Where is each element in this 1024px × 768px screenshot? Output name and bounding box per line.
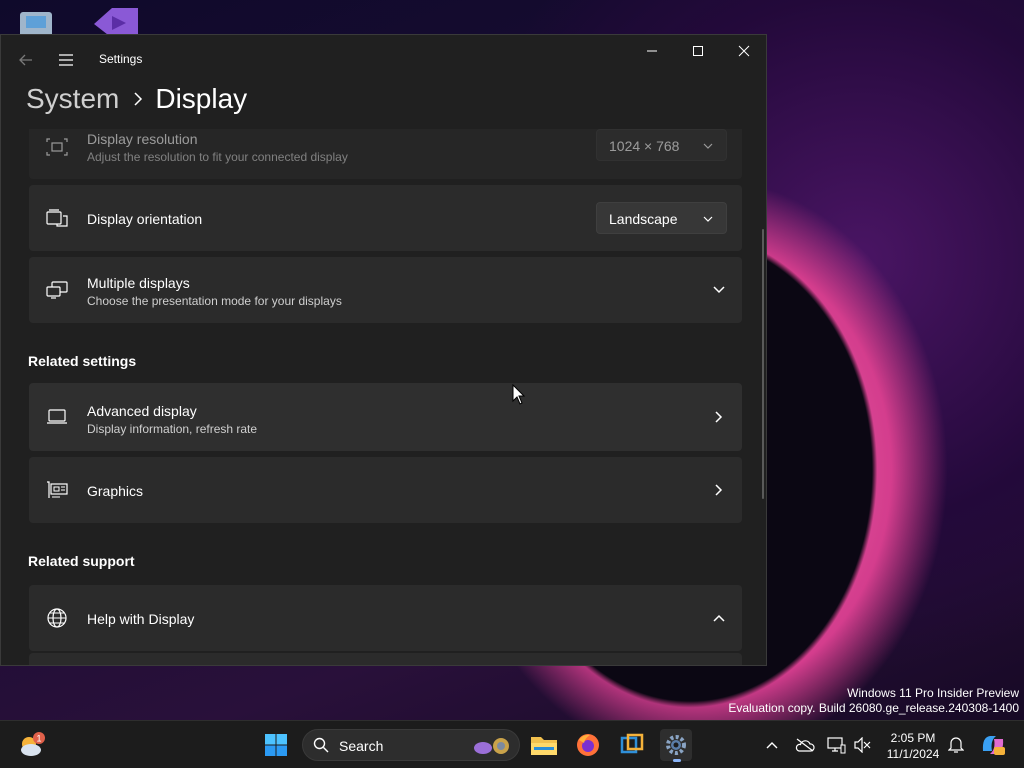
display-orientation-dropdown[interactable]: Landscape	[596, 202, 727, 234]
settings-window: Settings System Display Display resoluti…	[0, 34, 767, 666]
watermark-line-1: Windows 11 Pro Insider Preview	[847, 686, 1019, 700]
multiple-displays-title: Multiple displays	[87, 275, 190, 291]
multiple-displays-subtitle: Choose the presentation mode for your di…	[87, 294, 342, 308]
app-title: Settings	[99, 52, 143, 66]
maximize-button[interactable]	[675, 35, 721, 67]
clock-date: 11/1/2024	[886, 747, 940, 761]
watermark-line-2: Evaluation copy. Build 26080.ge_release.…	[728, 701, 1019, 715]
network-tray[interactable]	[826, 735, 846, 755]
chevron-down-icon	[702, 140, 714, 152]
display-resolution-dropdown[interactable]: 1024 × 768	[596, 129, 727, 161]
chevron-down-icon	[702, 213, 714, 225]
bell-icon	[948, 737, 964, 753]
chevron-right-icon	[711, 409, 727, 425]
chevron-down-icon	[711, 282, 727, 298]
minimize-button[interactable]	[629, 35, 675, 67]
orientation-icon	[45, 206, 69, 230]
scrollbar[interactable]	[762, 229, 764, 499]
title-bar: Settings	[1, 35, 766, 83]
laptop-icon	[45, 405, 69, 429]
copilot-icon	[982, 736, 1005, 755]
help-with-display-title: Help with Display	[87, 611, 195, 627]
chevron-up-icon	[766, 742, 778, 749]
taskbar-file-explorer[interactable]	[528, 729, 560, 761]
display-orientation-card: Display orientation Landscape	[29, 185, 742, 251]
resolution-icon	[45, 135, 69, 159]
onedrive-icon	[795, 738, 815, 752]
chevron-right-icon	[133, 92, 143, 106]
firefox-icon	[577, 734, 599, 756]
clock-time: 2:05 PM	[890, 731, 936, 745]
virtualbox-icon	[620, 733, 644, 754]
search-icon	[313, 737, 329, 753]
arrow-left-icon	[19, 54, 32, 66]
chevron-right-icon	[711, 482, 727, 498]
globe-icon	[45, 606, 69, 630]
settings-content: Display resolution Adjust the resolution…	[1, 129, 766, 665]
weather-widget[interactable]: 1	[16, 729, 48, 761]
breadcrumb-system[interactable]: System	[26, 83, 119, 115]
display-orientation-title: Display orientation	[87, 211, 203, 227]
search-highlight-icon	[474, 738, 509, 754]
advanced-display-card[interactable]: Advanced display Display information, re…	[29, 383, 742, 451]
close-button[interactable]	[721, 35, 766, 67]
taskbar-firefox[interactable]	[572, 729, 604, 761]
settings-app-icon	[666, 735, 686, 755]
mouse-cursor-icon	[512, 384, 526, 405]
volume-tray[interactable]	[852, 735, 872, 755]
maximize-icon	[693, 46, 703, 56]
related-settings-header: Related settings	[28, 353, 137, 369]
network-icon	[827, 737, 846, 754]
display-resolution-title: Display resolution	[87, 131, 198, 147]
taskbar-virtualbox[interactable]	[616, 729, 648, 761]
taskbar: 1 Search 2:05 PM 11/1/2024	[0, 720, 1024, 768]
taskbar-settings[interactable]	[660, 729, 692, 762]
chevron-up-icon	[711, 610, 727, 626]
advanced-display-title: Advanced display	[87, 403, 197, 419]
display-resolution-value: 1024 × 768	[609, 138, 680, 154]
taskbar-search[interactable]: Search	[302, 729, 520, 761]
help-expanded-content	[29, 653, 742, 665]
display-resolution-card: Display resolution Adjust the resolution…	[29, 129, 742, 179]
notifications-button[interactable]	[946, 735, 966, 755]
graphics-title: Graphics	[87, 483, 144, 499]
copilot-button[interactable]	[980, 735, 1006, 755]
multiple-displays-card[interactable]: Multiple displays Choose the presentatio…	[29, 257, 742, 323]
close-icon	[738, 45, 750, 57]
show-hidden-icons-button[interactable]	[762, 735, 782, 755]
navigation-menu-button[interactable]	[51, 45, 81, 75]
file-explorer-icon	[531, 737, 557, 755]
page-title: Display	[155, 83, 248, 114]
help-with-display-card[interactable]: Help with Display	[29, 585, 742, 651]
minimize-icon	[647, 50, 657, 52]
search-label: Search	[339, 738, 384, 754]
taskbar-clock[interactable]: 2:05 PM 11/1/2024	[880, 730, 946, 762]
graphics-card[interactable]: Graphics	[29, 457, 742, 523]
advanced-display-subtitle: Display information, refresh rate	[87, 422, 258, 436]
onedrive-tray[interactable]	[795, 735, 815, 755]
display-orientation-value: Landscape	[609, 211, 678, 227]
hamburger-icon	[59, 54, 73, 66]
start-button[interactable]	[260, 729, 292, 761]
related-support-header: Related support	[28, 553, 135, 569]
weather-badge: 1	[36, 734, 41, 744]
display-resolution-subtitle: Adjust the resolution to fit your connec…	[87, 150, 348, 164]
back-button[interactable]	[11, 45, 41, 75]
multiple-displays-icon	[45, 278, 69, 302]
weather-icon: 1	[21, 732, 45, 756]
volume-mute-icon	[854, 737, 871, 753]
graphics-card-icon	[45, 478, 69, 502]
active-indicator	[673, 759, 681, 762]
breadcrumb: System Display	[26, 83, 247, 115]
evaluation-watermark: Windows 11 Pro Insider Preview Evaluatio…	[728, 686, 1019, 716]
start-icon	[265, 734, 287, 756]
